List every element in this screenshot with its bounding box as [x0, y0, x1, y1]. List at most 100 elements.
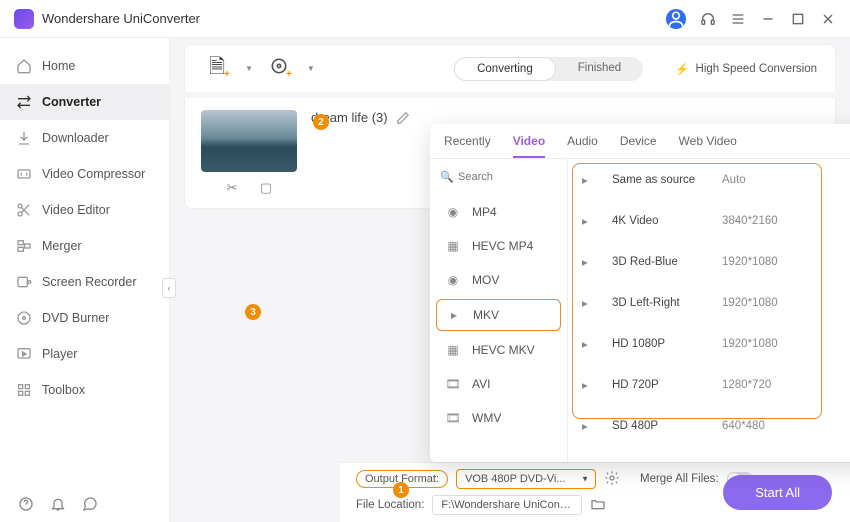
format-label: MOV [472, 273, 499, 287]
output-format-select[interactable]: VOB 480P DVD-Vi... ▼ [456, 469, 596, 489]
video-icon: ▸ [582, 214, 600, 228]
menu-icon[interactable] [730, 11, 746, 27]
format-search-input[interactable] [440, 167, 557, 187]
video-thumbnail[interactable] [201, 110, 297, 172]
fmt-tab-audio[interactable]: Audio [567, 134, 598, 158]
preset-row[interactable]: ▸4K Video3840*2160 [568, 200, 850, 241]
bell-icon[interactable] [50, 496, 66, 512]
sidebar-collapse-handle[interactable]: ‹ [162, 278, 176, 298]
sidebar-item-converter[interactable]: Converter [0, 84, 169, 120]
preset-res: 3840*2160 [722, 215, 778, 227]
user-avatar[interactable] [666, 9, 686, 29]
toolbar: 🗎 + ▼ + ▼ Converting Finished ⚡ High Spe… [184, 44, 836, 92]
app-title: Wondershare UniConverter [42, 11, 200, 26]
sidebar: Home Converter Downloader Video Compress… [0, 38, 170, 522]
preset-row[interactable]: ▸3D Left-Right1920*1080 [568, 282, 850, 323]
chevron-down-icon[interactable]: ▼ [307, 64, 315, 73]
download-icon [16, 130, 32, 146]
sidebar-item-home[interactable]: Home [0, 48, 169, 84]
preset-res: 1920*1080 [722, 297, 778, 309]
output-format-value: VOB 480P DVD-Vi... [465, 473, 565, 485]
format-item-hevc-mp4[interactable]: ▦ HEVC MP4 [430, 229, 567, 263]
sidebar-item-label: Downloader [42, 131, 109, 145]
format-item-hevc-mkv[interactable]: ▦HEVC MKV [430, 333, 567, 367]
step-badge-2: 2 [313, 114, 329, 130]
crop-icon[interactable]: ▢ [258, 180, 274, 196]
close-icon[interactable] [820, 11, 836, 27]
video-icon: ▸ [582, 378, 600, 392]
tab-converting[interactable]: Converting [454, 57, 556, 81]
converter-icon [16, 94, 32, 110]
file-location-label: File Location: [356, 499, 424, 511]
sidebar-item-label: Video Editor [42, 203, 110, 217]
add-disc-button[interactable]: + [265, 55, 293, 83]
chevron-down-icon[interactable]: ▼ [245, 64, 253, 73]
preset-name: SD 480P [612, 420, 722, 432]
format-item-avi[interactable]: 🎞AVI [430, 367, 567, 401]
sidebar-item-label: Merger [42, 239, 82, 253]
start-all-button[interactable]: Start All [723, 475, 832, 510]
open-folder-icon[interactable] [590, 496, 606, 515]
format-label: MP4 [472, 205, 497, 219]
search-icon: 🔍 [440, 171, 454, 184]
settings-icon[interactable] [604, 470, 620, 489]
format-item-mkv[interactable]: ▸MKV [436, 299, 561, 331]
tab-finished[interactable]: Finished [556, 57, 643, 81]
fmt-tab-web[interactable]: Web Video [679, 134, 737, 158]
video-icon: ▸ [582, 255, 600, 269]
sidebar-item-editor[interactable]: Video Editor [0, 192, 169, 228]
format-item-mp4[interactable]: ◉ MP4 [430, 195, 567, 229]
preset-row[interactable]: ▸HD 1080P1920*1080 [568, 323, 850, 364]
sidebar-item-merger[interactable]: Merger [0, 228, 169, 264]
preset-name: HD 720P [612, 379, 722, 391]
sidebar-item-downloader[interactable]: Downloader [0, 120, 169, 156]
maximize-icon[interactable] [790, 11, 806, 27]
fmt-tab-device[interactable]: Device [620, 134, 657, 158]
file-icon: 🗎 [209, 52, 225, 86]
sidebar-item-label: Converter [42, 95, 101, 109]
video-icon: ▸ [582, 173, 600, 187]
format-item-mov[interactable]: ◉ MOV [430, 263, 567, 297]
preset-row[interactable]: ▸SD 480P640*480 [568, 405, 850, 446]
sidebar-item-label: Player [42, 347, 77, 361]
high-speed-toggle[interactable]: ⚡ High Speed Conversion [675, 62, 817, 76]
file-location-value: F:\Wondershare UniConverter [432, 495, 582, 515]
sidebar-item-label: Screen Recorder [42, 275, 137, 289]
preset-row[interactable]: ▸Same as sourceAuto [568, 159, 850, 200]
format-label: MKV [473, 308, 499, 322]
fmt-tab-recently[interactable]: Recently [444, 134, 491, 158]
bottom-bar: Output Format: VOB 480P DVD-Vi... ▼ Merg… [340, 462, 850, 522]
sidebar-item-toolbox[interactable]: Toolbox [0, 372, 169, 408]
format-label: HEVC MP4 [472, 239, 533, 253]
sidebar-item-compressor[interactable]: Video Compressor [0, 156, 169, 192]
preset-res: 1920*1080 [722, 256, 778, 268]
video-file-icon: ◉ [444, 205, 462, 219]
sidebar-item-label: DVD Burner [42, 311, 109, 325]
sidebar-item-player[interactable]: Player [0, 336, 169, 372]
high-speed-label: High Speed Conversion [696, 63, 817, 75]
video-file-icon: ◉ [444, 273, 462, 287]
headset-icon[interactable] [700, 11, 716, 27]
chevron-down-icon: ▼ [581, 475, 589, 484]
trim-icon[interactable]: ✂ [224, 180, 240, 196]
format-item-wmv[interactable]: 🎞WMV [430, 401, 567, 435]
video-icon: ▸ [582, 296, 600, 310]
feedback-icon[interactable] [82, 496, 98, 512]
preset-name: HD 1080P [612, 338, 722, 350]
format-panel: Recently Video Audio Device Web Video 🔍 … [430, 124, 850, 462]
format-label: WMV [472, 411, 501, 425]
sidebar-item-recorder[interactable]: Screen Recorder [0, 264, 169, 300]
preset-row[interactable]: ▸ 3D Red-Blue1920*1080 [568, 241, 850, 282]
preset-row[interactable]: ▸HD 720P1280*720 [568, 364, 850, 405]
hevc-icon: ▦ [444, 239, 462, 253]
fmt-tab-video[interactable]: Video [513, 134, 545, 158]
preset-res: 640*480 [722, 420, 765, 432]
add-file-button[interactable]: 🗎 + [203, 55, 231, 83]
preset-name: 3D Red-Blue [612, 256, 722, 268]
edit-name-icon[interactable] [396, 111, 410, 125]
sidebar-item-dvd[interactable]: DVD Burner [0, 300, 169, 336]
step-badge-3: 3 [245, 304, 261, 320]
minimize-icon[interactable] [760, 11, 776, 27]
help-icon[interactable] [18, 496, 34, 512]
home-icon [16, 58, 32, 74]
